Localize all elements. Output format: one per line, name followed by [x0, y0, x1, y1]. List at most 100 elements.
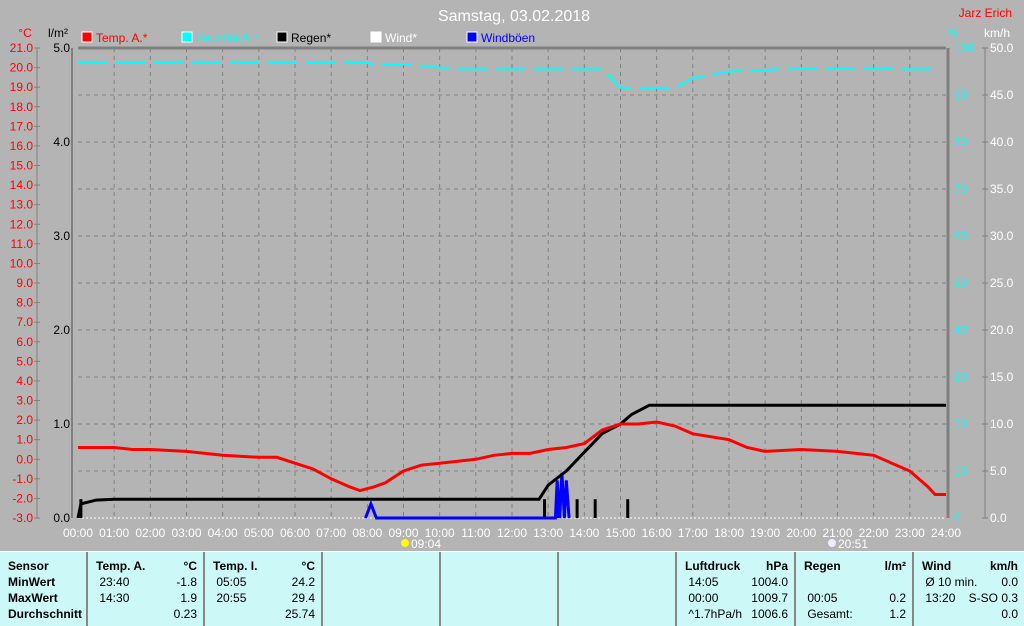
legend-label-4: Windböen: [481, 31, 535, 45]
temp-tick: 12.0: [10, 217, 34, 231]
humidity-tick: 10: [954, 464, 968, 478]
x-tick: 16:00: [642, 526, 672, 540]
temp-tick: 13.0: [10, 198, 34, 212]
humidity-tick: 80: [954, 135, 968, 149]
panel-col-empty: [323, 552, 441, 626]
temp-tick: 4.0: [16, 374, 33, 388]
wind-tick: 45.0: [990, 88, 1014, 102]
humidity-tick: 30: [954, 370, 968, 384]
weather-chart: Samstag, 03.02.2018 Jarz Erich Temp. A.* Fe…: [10, 6, 1014, 551]
panel-col-regen: Regen l/m² 00:05 0.2 Gesamt: 1.2: [796, 552, 914, 626]
legend-swatch-0: [81, 31, 93, 43]
rain-axis-label: l/m²: [48, 26, 68, 40]
stat-row: 0.0: [1001, 607, 1018, 621]
humidity-tick: 60: [954, 229, 968, 243]
temp-tick: 16.0: [10, 139, 34, 153]
humidity-tick: 20: [954, 417, 968, 431]
sensor-row-label: MinWert: [8, 575, 56, 589]
x-tick: 12:00: [497, 526, 527, 540]
panel-col-druck: Luftdruck hPa 14:05 1004.0 00:00 1009.7 ^1.…: [677, 552, 796, 626]
panel-col-wind: Wind km/h Ø 10 min. 0.0 13:20 S-SO 0.3 0.0: [914, 552, 1024, 626]
stat-row: 23:40 -1.8: [96, 575, 197, 589]
stat-row: 20:55 29.4: [213, 591, 315, 605]
stats-panel: Sensor MinWert MaxWert Durchschnitt Temp. A.…: [0, 551, 1024, 626]
wind-tick: 0.0: [990, 511, 1007, 525]
temp-tick: 21.0: [10, 41, 34, 55]
x-tick: 13:00: [533, 526, 563, 540]
rain-tick: 5.0: [53, 41, 70, 55]
x-tick: 17:00: [678, 526, 708, 540]
temp-tick: -1.0: [12, 472, 33, 486]
sensor-header: Sensor: [8, 559, 49, 573]
rain-tick: 0.0: [53, 511, 70, 525]
stat-row: Ø 10 min. 0.0: [922, 575, 1018, 589]
rain-total-line: [76, 403, 946, 519]
x-tick: 07:00: [316, 526, 346, 540]
temp-tick: 19.0: [10, 80, 34, 94]
panel-col-empty: [559, 552, 677, 626]
temp-axis-label: °C: [18, 26, 32, 40]
humidity-tick: 100: [954, 41, 974, 55]
wind-tick: 50.0: [990, 41, 1014, 55]
legend-label-0: Temp. A.*: [96, 31, 148, 45]
humidity-axis-label: %: [947, 26, 958, 40]
x-tick: 19:00: [750, 526, 780, 540]
rain-tick: 4.0: [53, 135, 70, 149]
x-tick: 18:00: [714, 526, 744, 540]
temp-tick: 11.0: [11, 237, 34, 251]
sensor-row-label: Durchschnitt: [8, 607, 83, 621]
x-tick: 05:00: [244, 526, 274, 540]
x-tick: 02:00: [135, 526, 165, 540]
panel-col-sensor: Sensor MinWert MaxWert Durchschnitt: [0, 552, 88, 626]
wind-axis-label: km/h: [984, 26, 1010, 40]
panel-col-empty: [441, 552, 559, 626]
col-header: Temp. I. °C: [213, 559, 315, 573]
sunset-time: 20:51: [838, 537, 868, 551]
stat-row: ^1.7hPa/h 1006.6: [685, 607, 788, 621]
temp-tick: 7.0: [16, 315, 33, 329]
temp-tick: -2.0: [12, 491, 33, 505]
legend-swatch-2: [276, 31, 288, 43]
x-tick: 03:00: [171, 526, 201, 540]
temp-tick: 15.0: [10, 159, 34, 173]
wind-tick: 25.0: [990, 276, 1014, 290]
col-header: Temp. A. °C: [96, 559, 197, 573]
x-tick: 24:00: [931, 526, 961, 540]
temp-tick: 0.0: [16, 452, 33, 466]
col-header: Regen l/m²: [804, 559, 906, 573]
stat-row: 00:05 0.2: [804, 591, 906, 605]
sunset-icon: [828, 539, 836, 547]
temp-tick: -3.0: [12, 511, 33, 525]
humidity-tick: 90: [954, 88, 968, 102]
gust-line: [364, 472, 571, 520]
temp-tick: 6.0: [16, 335, 33, 349]
stat-row: 25.74: [284, 607, 315, 621]
rain-tick: 3.0: [53, 229, 70, 243]
stat-row: [804, 574, 906, 590]
rain-tick: 1.0: [53, 417, 70, 431]
panel-col-tempI: Temp. I. °C 05:05 24.2 20:55 29.4 25.74: [205, 552, 323, 626]
rain-tick: 2.0: [53, 323, 70, 337]
wind-tick: 10.0: [990, 417, 1014, 431]
temp-tick: 9.0: [16, 276, 33, 290]
temp-tick: 17.0: [10, 119, 34, 133]
col-header: Luftdruck hPa: [685, 559, 788, 573]
stat-row: 14:30 1.9: [96, 591, 197, 605]
x-tick: 23:00: [895, 526, 925, 540]
temp-tick: 10.0: [10, 256, 34, 270]
humidity-tick: 0: [954, 511, 961, 525]
wind-tick: 35.0: [990, 182, 1014, 196]
col-header: Wind km/h: [922, 559, 1018, 573]
legend-label-1: Feuchte A.*: [196, 31, 258, 45]
x-tick: 11:00: [461, 526, 490, 540]
sensor-row-label: MaxWert: [8, 591, 58, 605]
temp-tick: 18.0: [10, 100, 34, 114]
temp-tick: 8.0: [16, 296, 33, 310]
wind-tick: 20.0: [990, 323, 1014, 337]
x-tick: 20:00: [786, 526, 816, 540]
wind-tick: 15.0: [990, 370, 1014, 384]
stat-row: 14:05 1004.0: [685, 575, 788, 589]
stat-row: 05:05 24.2: [213, 575, 315, 589]
wind-tick: 30.0: [990, 229, 1014, 243]
humidity-line: [78, 61, 939, 89]
